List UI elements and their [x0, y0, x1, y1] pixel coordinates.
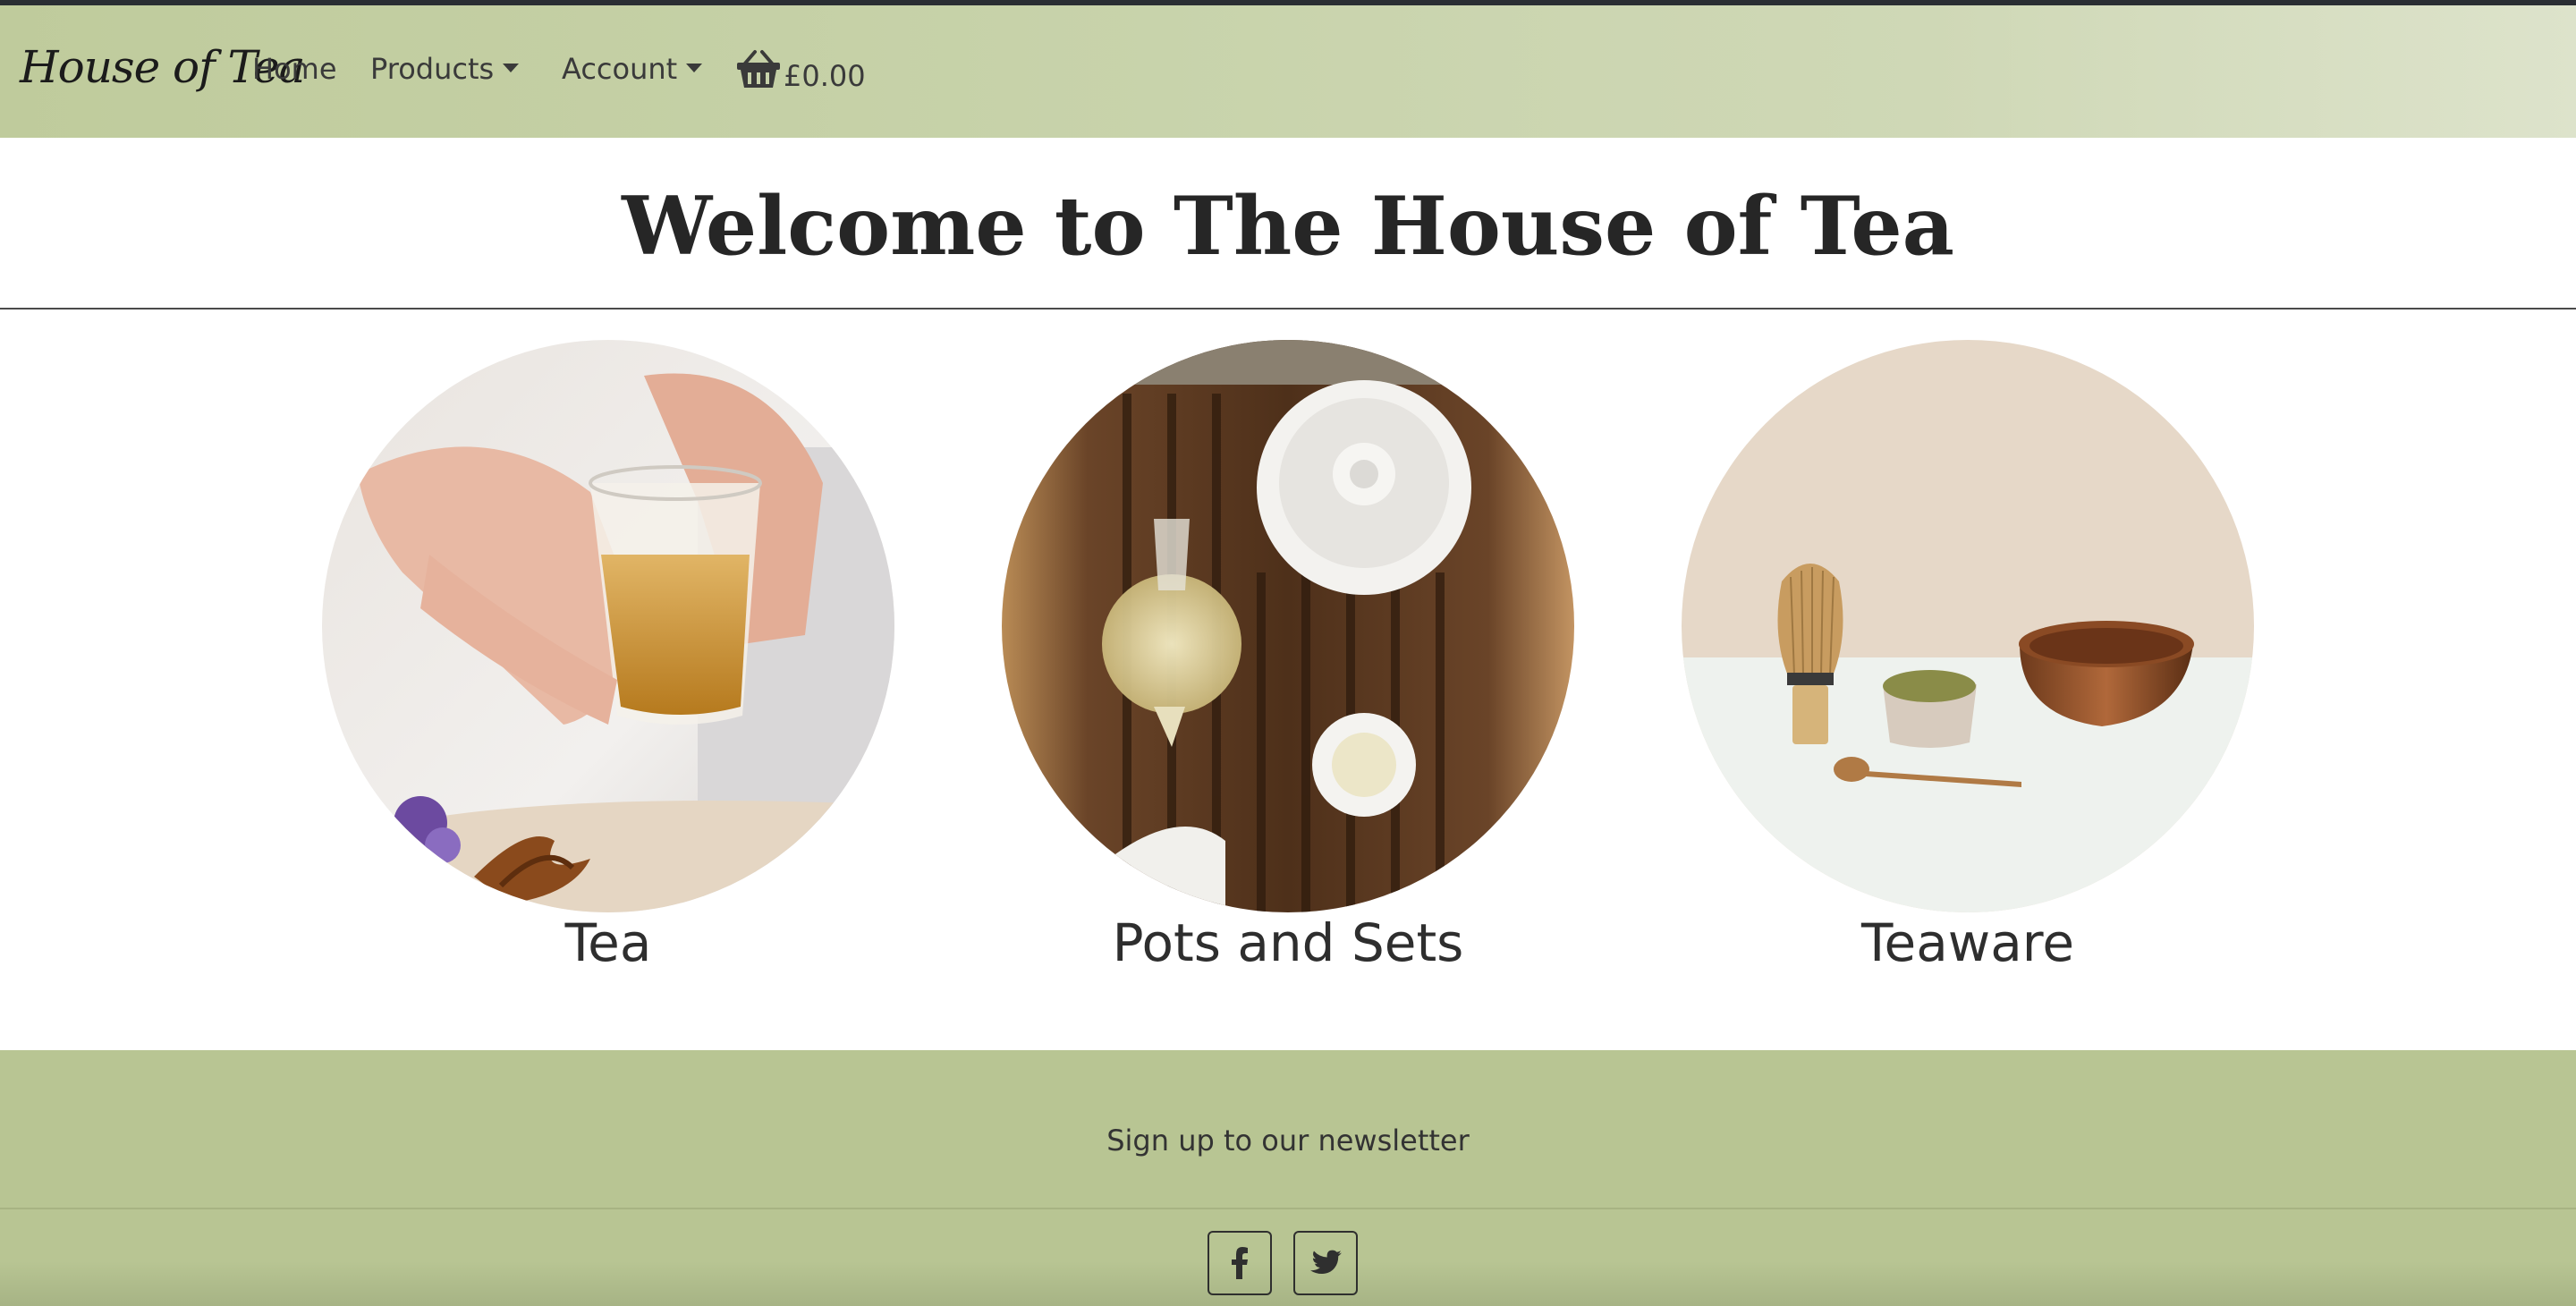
navbar: House of Tea Home Products Account £0.00	[0, 5, 2576, 138]
cart-total: £0.00	[784, 59, 866, 93]
cart-button[interactable]: £0.00	[735, 48, 866, 93]
nav-account-label: Account	[562, 52, 678, 86]
footer-divider	[0, 1208, 2576, 1209]
footer: Sign up to our newsletter	[0, 1050, 2576, 1306]
facebook-button[interactable]	[1208, 1231, 1272, 1295]
category-teaware[interactable]: Teaware	[1682, 340, 2254, 984]
teaware-photo	[1682, 340, 2254, 912]
twitter-button[interactable]	[1293, 1231, 1358, 1295]
facebook-icon	[1232, 1247, 1248, 1279]
twitter-icon	[1310, 1250, 1342, 1274]
pots-and-sets-photo	[1002, 340, 1574, 912]
nav-products-label: Products	[370, 52, 495, 86]
category-tea[interactable]: Tea	[322, 340, 894, 984]
nav-products-dropdown[interactable]: Products	[370, 52, 520, 86]
title-divider	[0, 308, 2576, 310]
chevron-down-icon	[503, 64, 520, 72]
nav-home-label: Home	[252, 52, 337, 86]
category-tea-label: Tea	[564, 912, 652, 973]
nav-account-dropdown[interactable]: Account	[562, 52, 703, 86]
nav-home-link[interactable]: Home	[252, 52, 337, 86]
category-pots-and-sets-label: Pots and Sets	[1112, 912, 1464, 973]
basket-icon	[737, 50, 780, 88]
footer-shadow	[0, 1261, 2576, 1306]
newsletter-signup-link[interactable]: Sign up to our newsletter	[0, 1124, 2576, 1158]
category-teaware-label: Teaware	[1860, 912, 2075, 973]
category-pots-and-sets[interactable]: Pots and Sets	[1002, 340, 1574, 984]
page-title: Welcome to The House of Tea	[622, 179, 1954, 274]
tea-photo	[322, 340, 894, 912]
chevron-down-icon	[686, 64, 703, 72]
